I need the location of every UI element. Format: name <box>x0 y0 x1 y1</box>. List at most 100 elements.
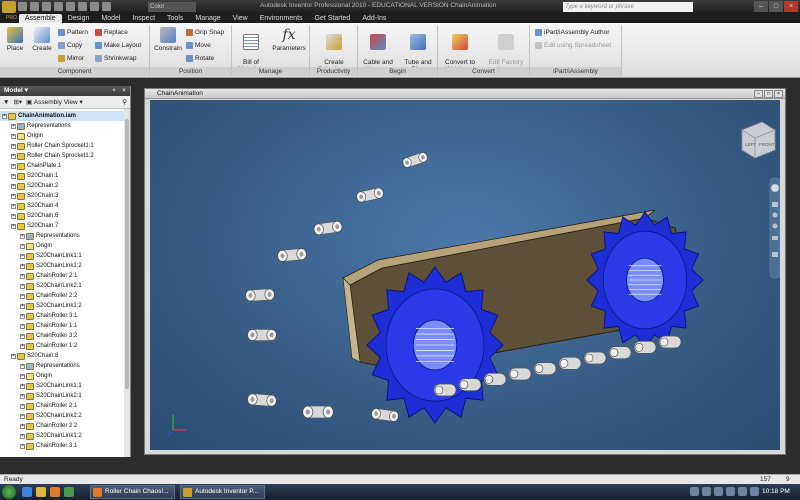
expand-toggle-icon[interactable]: + <box>11 353 16 359</box>
expand-toggle-icon[interactable]: + <box>11 173 16 179</box>
expand-toggle-icon[interactable]: + <box>20 303 25 309</box>
tree-item[interactable]: + S20ChainLink1:1 <box>0 251 130 261</box>
tree-item[interactable]: + S20Chain:7 <box>0 221 130 231</box>
close-panel-icon[interactable]: × <box>120 87 128 95</box>
expand-toggle-icon[interactable]: + <box>11 223 16 229</box>
shrinkwrap-button[interactable]: Shrinkwrap <box>95 55 137 62</box>
expand-toggle-icon[interactable]: + <box>20 423 25 429</box>
rotate-button[interactable]: Rotate <box>186 55 214 62</box>
replace-button[interactable]: Replace <box>95 29 128 36</box>
ie-icon[interactable] <box>22 487 32 497</box>
copy-button[interactable]: Copy <box>58 42 82 49</box>
new-icon[interactable] <box>18 2 27 11</box>
ipart-author-button[interactable]: iPart/iAssembly Author <box>535 29 609 36</box>
maximize-button[interactable]: □ <box>769 1 783 12</box>
expand-toggle-icon[interactable]: + <box>20 313 25 319</box>
tree-item[interactable]: + S20ChainLink1:1 <box>0 381 130 391</box>
tree-item[interactable]: + ChainAnimation.iam <box>0 111 130 121</box>
tree-item[interactable]: + S20ChainLink2:1 <box>0 391 130 401</box>
scroll-thumb[interactable] <box>125 119 129 389</box>
task-button-firefox[interactable]: Roller Chain Chaos!... <box>90 485 175 499</box>
tab-manage[interactable]: Manage <box>189 14 226 23</box>
expand-toggle-icon[interactable]: + <box>20 383 25 389</box>
save-icon[interactable] <box>42 2 51 11</box>
tab-view[interactable]: View <box>227 14 254 23</box>
tree-item[interactable]: + S20ChainLink2:1 <box>0 281 130 291</box>
navigation-bar[interactable] <box>769 177 780 279</box>
tray-icon-2[interactable] <box>702 487 711 496</box>
chain-roller[interactable] <box>608 346 632 360</box>
tree-item[interactable]: + ChainRoller 2:2 <box>0 421 130 431</box>
move-button[interactable]: Move <box>186 42 211 49</box>
expand-toggle-icon[interactable]: + <box>11 143 16 149</box>
create-button[interactable]: Create <box>30 27 54 52</box>
tab-inspect[interactable]: Inspect <box>126 14 161 23</box>
tree-item[interactable]: + Origin <box>0 241 130 251</box>
mirror-button[interactable]: Mirror <box>58 55 84 62</box>
media-icon[interactable] <box>64 487 74 497</box>
tree-item[interactable]: + Representations <box>0 231 130 241</box>
tree-item[interactable]: + S20Chain:1 <box>0 171 130 181</box>
assembly-scene[interactable]: LEFT FRONT <box>150 100 780 450</box>
binoculars-icon[interactable]: ⚲ <box>122 98 127 106</box>
expand-toggle-icon[interactable]: + <box>20 253 25 259</box>
expand-toggle-icon[interactable]: + <box>20 363 25 369</box>
select-icon[interactable] <box>90 2 99 11</box>
expand-toggle-icon[interactable]: + <box>20 243 25 249</box>
expand-toggle-icon[interactable]: + <box>20 373 25 379</box>
volume-icon[interactable] <box>738 487 747 496</box>
close-button[interactable]: × <box>784 1 798 12</box>
chain-link[interactable] <box>247 329 277 341</box>
doc-close-button[interactable]: × <box>774 90 783 98</box>
explorer-icon[interactable] <box>36 487 46 497</box>
tree-item[interactable]: + ChainRoller 2:2 <box>0 291 130 301</box>
tray-icon-3[interactable] <box>714 487 723 496</box>
chain-link[interactable] <box>356 187 385 203</box>
expand-toggle-icon[interactable]: + <box>11 203 16 209</box>
expand-toggle-icon[interactable]: + <box>20 403 25 409</box>
tree-item[interactable]: + ChainRoller 2:1 <box>0 271 130 281</box>
tab-environments[interactable]: Environments <box>254 14 309 23</box>
tree-item[interactable]: + Roller Chain Sprocket1:2 <box>0 151 130 161</box>
viewcube[interactable]: LEFT FRONT <box>741 121 776 159</box>
chain-link[interactable] <box>371 408 399 422</box>
expand-toggle-icon[interactable]: + <box>20 233 25 239</box>
tree-item[interactable]: + ChainRoller 1:1 <box>0 321 130 331</box>
update-icon[interactable] <box>102 2 111 11</box>
tree-item[interactable]: + S20Chain:6 <box>0 211 130 221</box>
chain-roller[interactable] <box>633 340 657 354</box>
minimize-button[interactable]: – <box>754 1 768 12</box>
chain-roller[interactable] <box>483 372 507 386</box>
tree-item[interactable]: + S20ChainLink1:2 <box>0 431 130 441</box>
tree-scrollbar[interactable] <box>124 109 130 457</box>
tree-item[interactable]: + Representations <box>0 121 130 131</box>
tree-item[interactable]: + S20ChainLink1:2 <box>0 261 130 271</box>
tab-model[interactable]: Model <box>95 14 126 23</box>
chain-roller[interactable] <box>433 383 457 397</box>
chevron-down-icon[interactable]: ▾ <box>23 87 28 94</box>
add-panel-icon[interactable]: + <box>110 87 118 95</box>
expand-toggle-icon[interactable]: + <box>20 343 25 349</box>
tree-item[interactable]: + S20Chain:2 <box>0 181 130 191</box>
doc-minimize-button[interactable]: – <box>754 90 763 98</box>
tree-item[interactable]: + Representations <box>0 361 130 371</box>
expand-toggle-icon[interactable]: + <box>11 153 16 159</box>
tree-item[interactable]: + ChainRoller 2:1 <box>0 401 130 411</box>
help-search-input[interactable]: Type a keyword or phrase <box>563 2 693 12</box>
network-icon[interactable] <box>750 487 759 496</box>
tree-item[interactable]: + ChainRoller 3:1 <box>0 441 130 451</box>
sprocket[interactable] <box>586 211 704 349</box>
sprocket[interactable] <box>366 266 504 424</box>
chain-link[interactable] <box>302 405 334 419</box>
expand-toggle-icon[interactable]: + <box>20 333 25 339</box>
expand-toggle-icon[interactable]: + <box>20 293 25 299</box>
tray-icon-4[interactable] <box>726 487 735 496</box>
tab-get-started[interactable]: Get Started <box>309 14 357 23</box>
tree-item[interactable]: + ChainPlate:1 <box>0 161 130 171</box>
expand-toggle-icon[interactable]: + <box>11 183 16 189</box>
expand-toggle-icon[interactable]: + <box>2 113 7 119</box>
expand-toggle-icon[interactable]: + <box>11 163 16 169</box>
assembly-view-select[interactable]: ▣ Assembly View ▾ <box>26 98 83 106</box>
tab-add-ins[interactable]: Add-Ins <box>356 14 392 23</box>
expand-toggle-icon[interactable]: + <box>11 213 16 219</box>
